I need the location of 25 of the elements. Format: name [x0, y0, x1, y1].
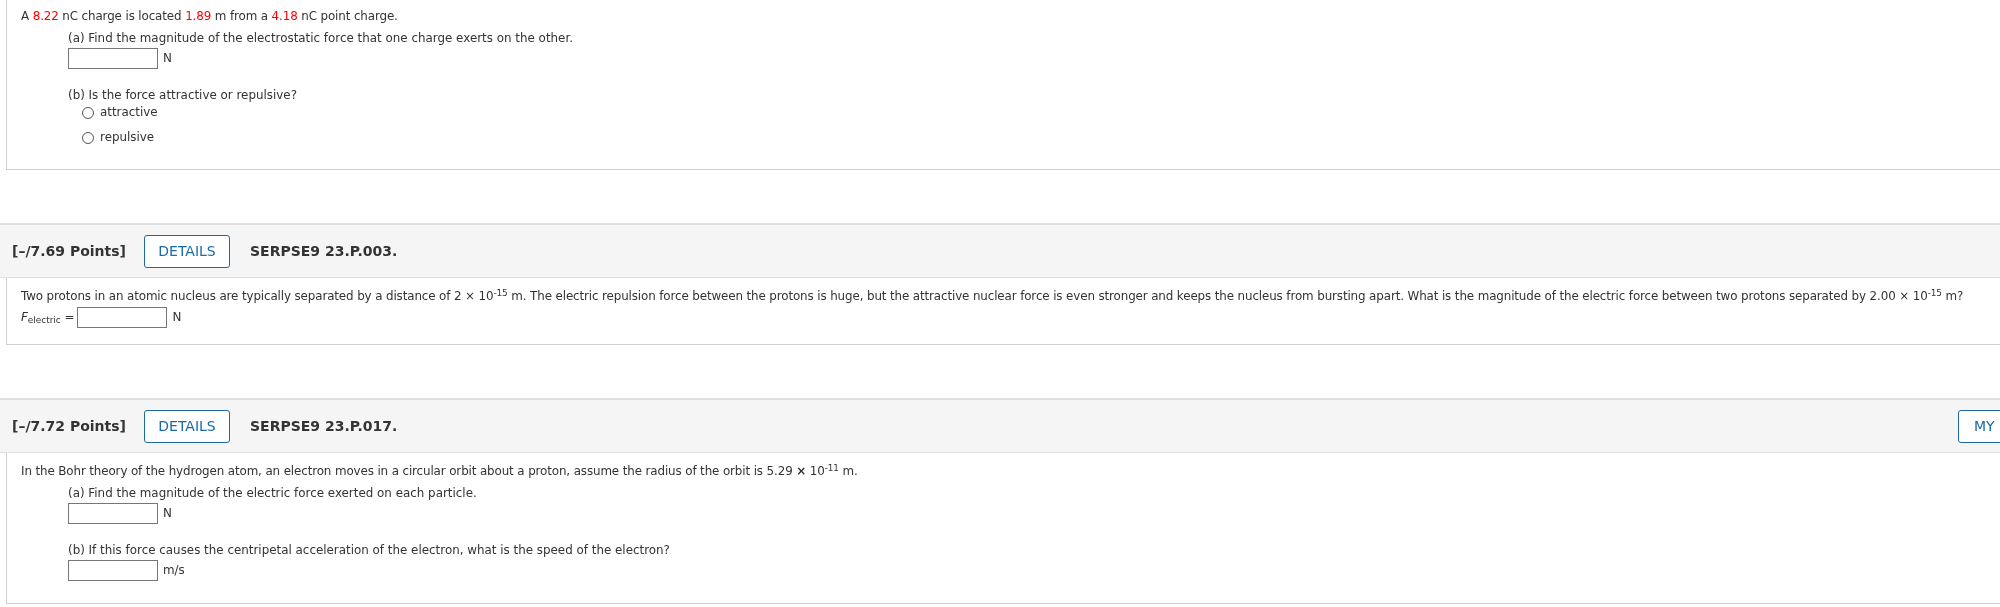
part-prompt: (b) Is the force attractive or repulsive? [68, 87, 298, 103]
part-prompt: (a) Find the magnitude of the electric force exerted on each particle. [68, 485, 478, 501]
details-button[interactable]: DETAILS [144, 234, 230, 268]
radio-option[interactable]: attractive [82, 104, 2000, 122]
question-text: A 8.22 nC charge is located 1.89 m from a 4.18 nC point charge. [21, 8, 399, 25]
problem-code: SERPSE9 23.P.017. [250, 416, 398, 436]
problem-code: SERPSE9 23.P.003. [250, 241, 398, 261]
points-label: [–/7.69 Points] [12, 241, 126, 261]
question-text: In the Bohr theory of the hydrogen atom, an electron moves in a circular orbit about a proton, assume the radius of the orbit is 5.29 × 10$^{-11}$ m. [21, 463, 859, 480]
question-text: Two protons in an atomic nucleus are typically separated by a distance of 2 × 10$^{-15}$ m. The electric repulsion force between the protons is huge, but the attractive nuclear force is even stronger and keeps the nucleus from bursting apart. What is the magnitude of the electric force between two protons separated by 2.00 × 10$^{-15}$ m? [21, 288, 1965, 305]
part-prompt: (a) Find the magnitude of the electrostatic force that one charge exerts on the other. [68, 30, 574, 46]
answer-field[interactable] [68, 48, 158, 69]
radio-option[interactable]: repulsive [82, 128, 2000, 147]
unit-label: N [163, 504, 172, 522]
details-button[interactable]: DETAILS [144, 409, 230, 443]
answer-field[interactable] [68, 560, 158, 581]
my-notes-button[interactable]: MY [1958, 409, 2000, 443]
points-label: [–/7.72 Points] [12, 416, 126, 436]
unit-label: m/s [163, 561, 185, 579]
part-prompt: (b) If this force causes the centripetal acceleration of the electron, what is the speed of the electron? [68, 542, 671, 558]
variable-label: F$_{electric}$ = [21, 308, 75, 327]
unit-label: N [163, 49, 172, 67]
unit-label: N [172, 308, 182, 326]
answer-field[interactable] [68, 503, 158, 524]
answer-field[interactable] [77, 307, 168, 328]
